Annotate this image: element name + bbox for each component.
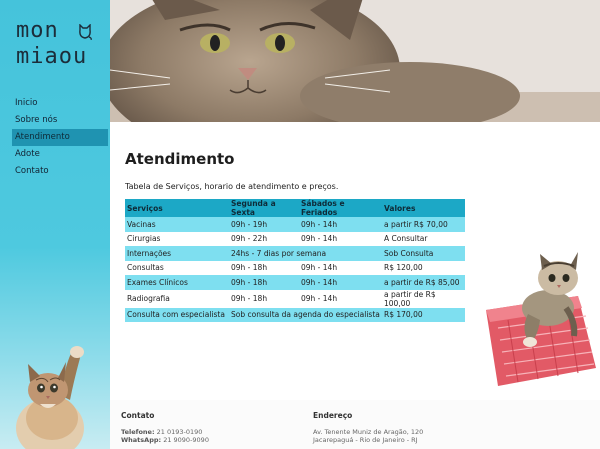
nav-item-adote[interactable]: Adote	[12, 146, 108, 163]
table-cell: Radiografia	[125, 289, 229, 308]
table-cell: R$ 170,00	[382, 307, 465, 322]
table-cell: Consulta com especialista	[125, 307, 229, 322]
table-cell: a partir R$ 70,00	[382, 217, 465, 232]
kitten-photo	[16, 346, 84, 449]
table-cell: Cirurgias	[125, 231, 229, 246]
table-cell: 09h - 14h	[299, 275, 382, 290]
column-header-valores: Valores	[382, 199, 465, 217]
table-cell: 09h - 14h	[299, 231, 382, 246]
footer-address-title: Endereço	[313, 411, 353, 420]
nav-item-sobre-nos[interactable]: Sobre nós	[12, 112, 108, 129]
kitten-basket-photo	[478, 248, 600, 400]
table-row: Consulta com especialista Sob consulta d…	[125, 307, 465, 322]
table-cell: 24hs - 7 dias por semana	[229, 246, 382, 261]
main-content: Atendimento Tabela de Serviços, horario …	[125, 150, 475, 322]
table-row: Consultas 09h - 18h 09h - 14h R$ 120,00	[125, 260, 465, 275]
table-row: Cirurgias 09h - 22h 09h - 14h A Consulta…	[125, 231, 465, 246]
table-cell: a partir de R$ 85,00	[382, 275, 465, 290]
main-nav: Inicio Sobre nós Atendimento Adote Conta…	[12, 95, 108, 180]
footer-address-line-2: Jacarepaguá - Rio de Janeiro - RJ	[313, 436, 418, 444]
nav-item-inicio[interactable]: Inicio	[12, 95, 108, 112]
cat-logo-icon	[79, 24, 92, 40]
footer-contact-title: Contato	[121, 411, 155, 420]
table-cell: 09h - 14h	[299, 289, 382, 308]
logo-line-2: miaou	[16, 44, 88, 69]
table-cell: A Consultar	[382, 231, 465, 246]
table-cell: Sob consulta da agenda do especialista	[229, 307, 382, 322]
table-cell: 09h - 19h	[229, 217, 299, 232]
logo[interactable]: mon miaou	[16, 18, 96, 76]
table-cell: Sob Consulta	[382, 246, 465, 261]
page-title: Atendimento	[125, 150, 235, 168]
column-header-servicos: Serviços	[125, 199, 229, 217]
footer-address-line-1: Av. Tenente Muniz de Aragão, 120	[313, 428, 424, 436]
table-row: Internações 24hs - 7 dias por semana Sob…	[125, 246, 465, 261]
footer: Contato Telefone: 21 0193-0190 WhatsApp:…	[110, 400, 600, 449]
table-cell: 09h - 22h	[229, 231, 299, 246]
whatsapp-label: WhatsApp:	[121, 436, 162, 444]
phone-label: Telefone:	[121, 428, 155, 436]
table-cell: 09h - 14h	[299, 260, 382, 275]
table-cell: a partir de R$ 100,00	[382, 289, 465, 308]
table-row: Radiografia 09h - 18h 09h - 14h a partir…	[125, 289, 465, 308]
nav-item-contato[interactable]: Contato	[12, 163, 108, 180]
table-cell: 09h - 18h	[229, 260, 299, 275]
column-header-segunda-sexta: Segunda a Sexta	[229, 199, 299, 217]
phone-number[interactable]: 21 0193-0190	[157, 428, 203, 436]
footer-whatsapp: WhatsApp: 21 9090-9090	[121, 436, 209, 444]
table-cell: Consultas	[125, 260, 229, 275]
table-cell: 09h - 18h	[229, 275, 299, 290]
banner-cat-photo	[110, 0, 600, 122]
footer-phone: Telefone: 21 0193-0190	[121, 428, 202, 436]
whatsapp-number[interactable]: 21 9090-9090	[163, 436, 209, 444]
table-row: Vacinas 09h - 19h 09h - 14h a partir R$ …	[125, 217, 465, 232]
table-cell: 09h - 14h	[299, 217, 382, 232]
nav-item-atendimento[interactable]: Atendimento	[12, 129, 108, 146]
table-cell: Vacinas	[125, 217, 229, 232]
logo-line-1: mon	[16, 18, 59, 43]
page-intro: Tabela de Serviços, horario de atendimen…	[125, 182, 339, 191]
table-cell: Exames Clínicos	[125, 275, 229, 290]
table-cell: 09h - 18h	[229, 289, 299, 308]
table-cell: Internações	[125, 246, 229, 261]
column-header-sabados-feriados: Sábados e Feriados	[299, 199, 382, 217]
table-cell: R$ 120,00	[382, 260, 465, 275]
services-table: Serviços Segunda a Sexta Sábados e Feria…	[125, 199, 465, 322]
table-header-row: Serviços Segunda a Sexta Sábados e Feria…	[125, 199, 465, 217]
sidebar: mon miaou Inicio Sobre nós Atendimento A…	[0, 0, 110, 449]
table-row: Exames Clínicos 09h - 18h 09h - 14h a pa…	[125, 275, 465, 290]
